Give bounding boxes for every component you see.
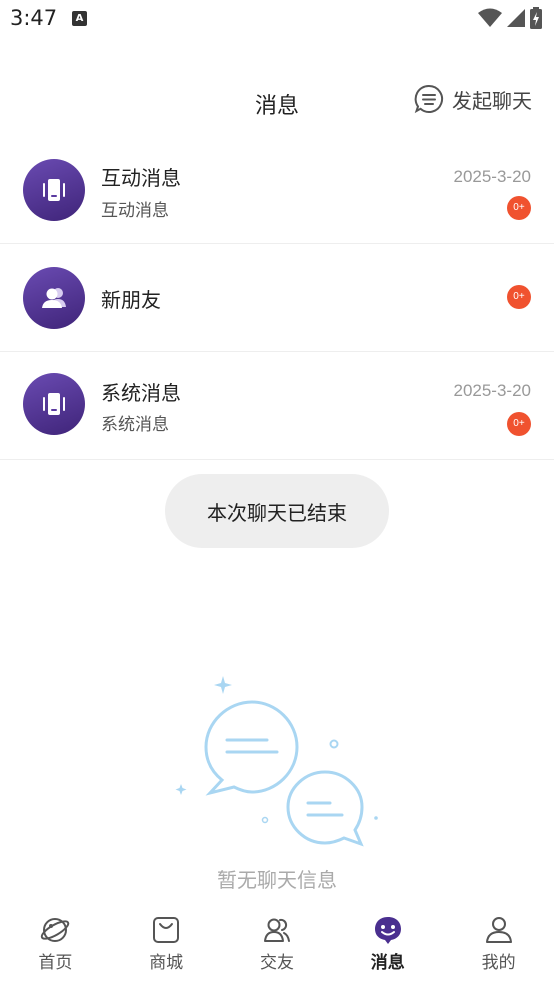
planet-icon (41, 918, 70, 942)
header: 消息 发起聊天 (0, 70, 554, 134)
nav-label: 商城 (149, 953, 184, 973)
list-item-system-messages[interactable]: 系统消息 系统消息 2025-3-20 0+ (0, 352, 554, 460)
chat-bubble-lines-icon (414, 84, 444, 114)
empty-state-text: 暂无聊天信息 (217, 868, 337, 892)
row-title: 系统消息 (101, 381, 181, 405)
signal-icon (507, 9, 525, 27)
unread-badge: 0+ (507, 412, 531, 436)
start-chat-button[interactable]: 发起聊天 (414, 84, 532, 114)
row-subtitle: 系统消息 (101, 415, 169, 435)
status-bar: 3:47 A (0, 0, 554, 38)
battery-icon (530, 7, 542, 29)
message-face-icon (374, 917, 401, 944)
unread-badge: 0+ (507, 285, 531, 309)
list-item-interactive-messages[interactable]: 互动消息 互动消息 2025-3-20 0+ (0, 136, 554, 244)
nav-item-home[interactable]: 首页 (0, 906, 111, 985)
phone-vibrate-icon (43, 179, 65, 201)
status-icons (478, 7, 542, 29)
row-title: 互动消息 (101, 166, 181, 190)
row-date: 2025-3-20 (453, 381, 531, 400)
nav-label: 消息 (370, 953, 405, 973)
nav-item-profile[interactable]: 我的 (443, 906, 554, 985)
avatar-interactive-messages (23, 159, 85, 221)
row-title: 新朋友 (101, 288, 161, 312)
shopping-bag-icon (153, 917, 180, 943)
start-chat-label: 发起聊天 (452, 88, 532, 113)
nav-item-friends[interactable]: 交友 (222, 906, 333, 985)
nav-label: 首页 (38, 953, 73, 973)
bottom-nav: 首页 商城 交友 消息 我的 (0, 906, 554, 985)
nav-item-messages[interactable]: 消息 (332, 906, 443, 985)
status-time: 3:47 (10, 6, 58, 30)
nav-item-mall[interactable]: 商城 (111, 906, 222, 985)
row-date: 2025-3-20 (453, 167, 531, 186)
list-item-new-friends[interactable]: 新朋友 0+ (0, 244, 554, 352)
chat-ended-toast: 本次聊天已结束 (165, 474, 389, 548)
nav-label: 我的 (481, 953, 516, 973)
nav-label: 交友 (259, 953, 294, 973)
avatar-system-messages (23, 373, 85, 435)
avatar-new-friends (23, 267, 85, 329)
notification-a-icon: A (72, 11, 87, 26)
person-icon (485, 917, 512, 943)
phone-vibrate-icon (43, 393, 65, 415)
empty-chat-illustration (175, 676, 378, 847)
wifi-icon (478, 8, 502, 27)
friends-icon (263, 918, 290, 942)
unread-badge: 0+ (507, 196, 531, 220)
users-icon (42, 288, 66, 308)
row-subtitle: 互动消息 (101, 201, 169, 221)
